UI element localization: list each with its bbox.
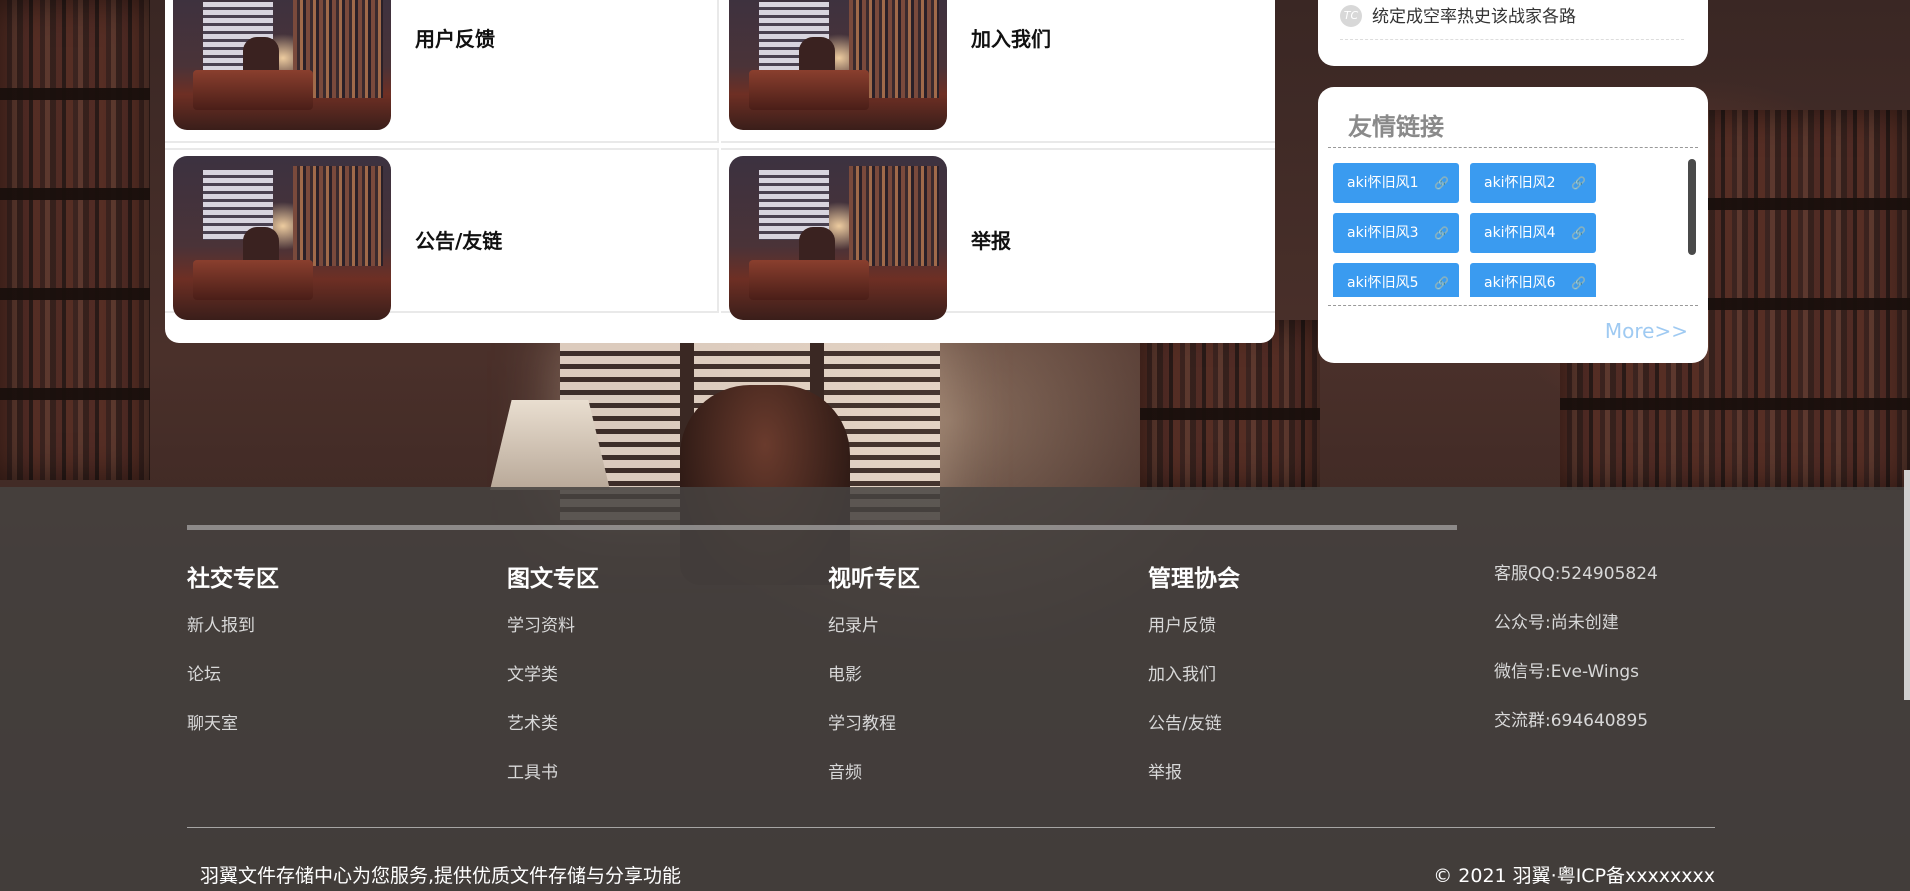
friend-link-tag[interactable]: aki怀旧风5 🔗 <box>1333 263 1459 297</box>
friend-links-title: 友情链接 <box>1348 113 1444 141</box>
tile-title[interactable]: 用户反馈 <box>415 23 495 52</box>
footer-column-management: 管理协会 用户反馈 加入我们 公告/友链 举报 <box>1148 559 1240 807</box>
category-grid: 用户反馈 加入我们 公告/友链 举报 <box>165 0 1275 328</box>
friend-link-tag[interactable]: aki怀旧风1 🔗 <box>1333 163 1459 203</box>
category-tile[interactable]: 公告/友链 <box>165 148 719 320</box>
footer-copyright: © 2021 羽翼·粤ICP备xxxxxxxx <box>1433 865 1715 887</box>
footer-link[interactable]: 论坛 <box>187 660 279 709</box>
friend-link-label[interactable]: aki怀旧风3 <box>1347 225 1418 241</box>
tile-thumbnail[interactable] <box>729 0 947 130</box>
footer-column-heading: 图文专区 <box>507 566 599 592</box>
link-icon: 🔗 <box>1571 276 1586 290</box>
friend-links-list[interactable]: aki怀旧风1 🔗 aki怀旧风2 🔗 aki怀旧风3 🔗 aki怀旧风4 🔗 aki怀… <box>1333 153 1693 297</box>
tile-title[interactable]: 举报 <box>971 225 1011 254</box>
friend-link-label[interactable]: aki怀旧风4 <box>1484 225 1555 241</box>
footer-link[interactable]: 聊天室 <box>187 709 279 758</box>
footer-link[interactable]: 公告/友链 <box>1148 709 1240 758</box>
footer-description: 羽翼文件存储中心为您服务,提供优质文件存储与分享功能 <box>200 865 682 887</box>
divider <box>1328 305 1698 306</box>
footer-bottom-divider <box>187 827 1715 828</box>
notice-card: TC 统定成空率热史该战家各路 <box>1318 0 1708 66</box>
friend-links-scrollbar[interactable] <box>1688 159 1696 255</box>
page-scrollbar[interactable] <box>1904 470 1910 700</box>
link-icon: 🔗 <box>1571 176 1586 190</box>
contact-group: 交流群:694640895 <box>1494 711 1649 731</box>
notice-item[interactable]: TC 统定成空率热史该战家各路 <box>1340 0 1684 40</box>
category-card: 用户反馈 加入我们 公告/友链 举报 <box>165 0 1275 343</box>
footer-top-divider <box>187 525 1457 530</box>
friend-link-tag[interactable]: aki怀旧风4 🔗 <box>1470 213 1596 253</box>
tile-thumbnail[interactable] <box>729 156 947 320</box>
friend-link-tag[interactable]: aki怀旧风6 🔗 <box>1470 263 1596 297</box>
footer-column-audiovisual: 视听专区 纪录片 电影 学习教程 音频 <box>828 559 920 807</box>
contact-wechat-official: 公众号:尚未创建 <box>1494 613 1619 633</box>
category-tile[interactable]: 加入我们 <box>721 0 1275 143</box>
friend-link-label[interactable]: aki怀旧风2 <box>1484 175 1555 191</box>
notice-badge-icon: TC <box>1340 5 1362 27</box>
friend-links-card: 友情链接 aki怀旧风1 🔗 aki怀旧风2 🔗 aki怀旧风3 🔗 aki怀旧风4 🔗… <box>1318 87 1708 363</box>
friend-link-tag[interactable]: aki怀旧风2 🔗 <box>1470 163 1596 203</box>
contact-qq: 客服QQ:524905824 <box>1494 564 1658 584</box>
contact-wechat-id: 微信号:Eve-Wings <box>1494 662 1640 682</box>
footer-column-social: 社交专区 新人报到 论坛 聊天室 <box>187 559 279 758</box>
footer-link[interactable]: 加入我们 <box>1148 660 1240 709</box>
link-icon: 🔗 <box>1571 226 1586 240</box>
footer-link[interactable]: 电影 <box>828 660 920 709</box>
footer-link[interactable]: 音频 <box>828 758 920 807</box>
tile-title[interactable]: 加入我们 <box>971 23 1051 52</box>
footer: 社交专区 新人报到 论坛 聊天室 图文专区 学习资料 文学类 艺术类 工具书 视… <box>0 487 1910 891</box>
footer-link[interactable]: 工具书 <box>507 758 599 807</box>
notice-text[interactable]: 统定成空率热史该战家各路 <box>1372 2 1576 27</box>
footer-column-heading: 社交专区 <box>187 566 279 592</box>
footer-link[interactable]: 用户反馈 <box>1148 611 1240 660</box>
footer-column-graphic: 图文专区 学习资料 文学类 艺术类 工具书 <box>507 559 599 807</box>
footer-link[interactable]: 学习教程 <box>828 709 920 758</box>
bookshelf-left <box>0 0 150 480</box>
tile-thumbnail[interactable] <box>173 156 391 320</box>
friend-link-label[interactable]: aki怀旧风1 <box>1347 175 1418 191</box>
friend-link-label[interactable]: aki怀旧风5 <box>1347 275 1418 291</box>
footer-link[interactable]: 新人报到 <box>187 611 279 660</box>
divider <box>1328 147 1698 148</box>
category-tile[interactable]: 用户反馈 <box>165 0 719 143</box>
tile-title[interactable]: 公告/友链 <box>415 225 502 254</box>
footer-link[interactable]: 学习资料 <box>507 611 599 660</box>
bookshelf-middle <box>1140 320 1320 490</box>
more-link[interactable]: More>> <box>1605 319 1688 343</box>
link-icon: 🔗 <box>1434 176 1449 190</box>
link-icon: 🔗 <box>1434 226 1449 240</box>
footer-link[interactable]: 艺术类 <box>507 709 599 758</box>
link-icon: 🔗 <box>1434 276 1449 290</box>
footer-link[interactable]: 举报 <box>1148 758 1240 807</box>
footer-link[interactable]: 文学类 <box>507 660 599 709</box>
footer-contact: 客服QQ:524905824 公众号:尚未创建 微信号:Eve-Wings 交流… <box>1494 559 1658 755</box>
tile-thumbnail[interactable] <box>173 0 391 130</box>
category-tile[interactable]: 举报 <box>721 148 1275 320</box>
footer-column-heading: 管理协会 <box>1148 566 1240 592</box>
friend-link-tag[interactable]: aki怀旧风3 🔗 <box>1333 213 1459 253</box>
friend-link-label[interactable]: aki怀旧风6 <box>1484 275 1555 291</box>
footer-link[interactable]: 纪录片 <box>828 611 920 660</box>
footer-column-heading: 视听专区 <box>828 566 920 592</box>
